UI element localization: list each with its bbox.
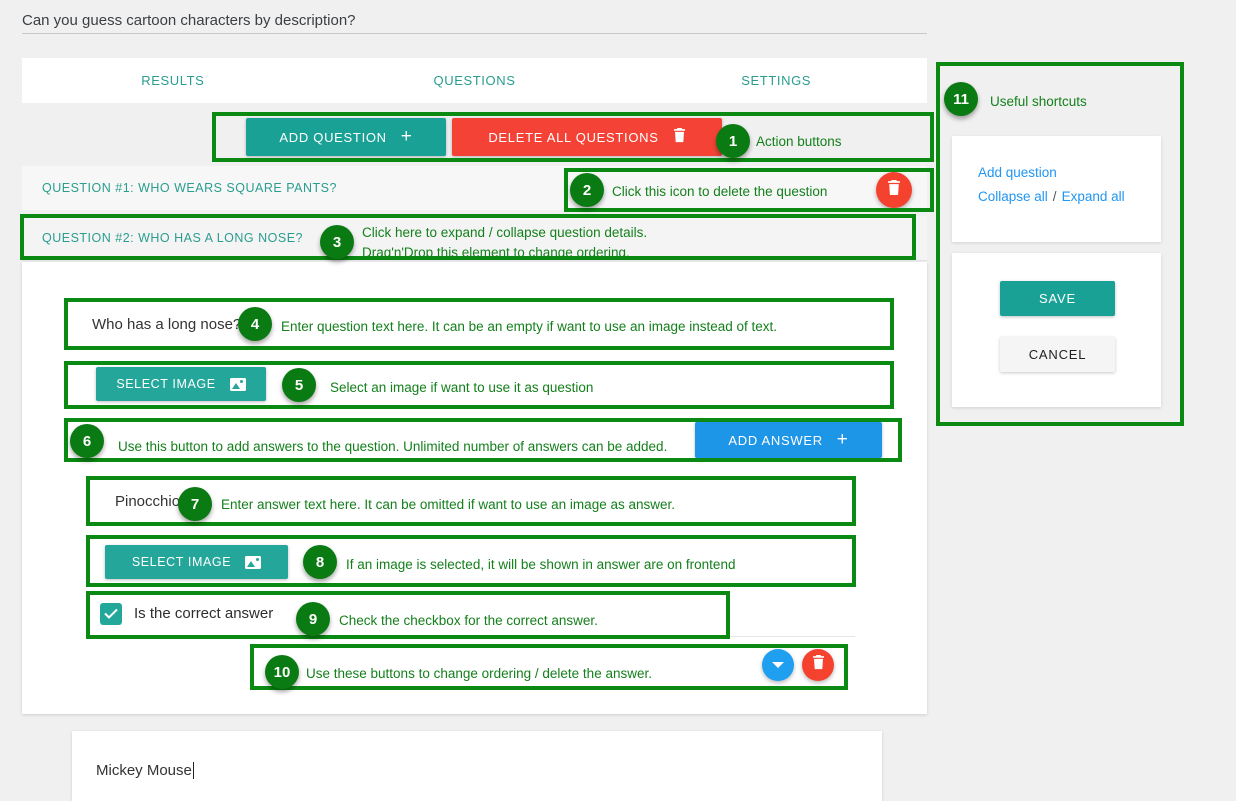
- annotation-text-7: Enter answer text here. It can be omitte…: [221, 497, 675, 512]
- save-button[interactable]: SAVE: [1000, 281, 1115, 316]
- annotation-text-5: Select an image if want to use it as que…: [330, 380, 594, 395]
- annotation-text-3: Click here to expand / collapse question…: [362, 225, 648, 260]
- answer-2-text-value: Mickey Mouse: [96, 761, 192, 779]
- question-header-2-label: QUESTION #2: WHO HAS A LONG NOSE?: [42, 231, 304, 245]
- question-header-1-label: QUESTION #1: WHO WEARS SQUARE PANTS?: [42, 181, 337, 195]
- delete-question-1-button[interactable]: [876, 172, 912, 208]
- shortcuts-card: Add question Collapse all / Expand all: [952, 136, 1161, 242]
- answer-text-value: Pinocchio: [115, 492, 181, 510]
- answer-move-down-button[interactable]: [762, 649, 794, 681]
- trash-icon: [812, 655, 825, 675]
- cancel-button[interactable]: CANCEL: [1000, 337, 1115, 372]
- trash-icon: [887, 179, 901, 201]
- add-question-button[interactable]: ADD QUESTION +: [246, 118, 446, 156]
- answer-select-image-label: SELECT IMAGE: [131, 555, 232, 569]
- annotation-text-11: Useful shortcuts: [990, 94, 1087, 109]
- title-divider: [22, 33, 927, 34]
- annotation-badge-10: 10: [265, 655, 299, 689]
- add-answer-label: ADD ANSWER: [728, 432, 823, 448]
- question-select-image-label: SELECT IMAGE: [116, 377, 216, 391]
- annotation-badge-7: 7: [178, 487, 212, 521]
- shortcut-add-question-link[interactable]: Add question: [978, 165, 1057, 180]
- annotation-badge-4: 4: [238, 307, 272, 341]
- shortcut-collapse-all-link[interactable]: Collapse all: [978, 189, 1048, 204]
- add-answer-button[interactable]: ADD ANSWER +: [695, 422, 882, 458]
- tab-questions[interactable]: QUESTIONS: [324, 58, 626, 103]
- answer-2-text-input[interactable]: Mickey Mouse: [96, 753, 856, 787]
- annotation-badge-8: 8: [303, 545, 337, 579]
- annotation-text-6: Use this button to add answers to the qu…: [118, 439, 668, 454]
- tab-settings[interactable]: SETTINGS: [625, 58, 927, 103]
- annotation-text-4: Enter question text here. It can be an e…: [281, 319, 778, 334]
- answer-card-2: Mickey Mouse: [72, 731, 882, 801]
- annotation-text-10: Use these buttons to change ordering / d…: [306, 666, 652, 681]
- annotation-text-2: Click this icon to delete the question: [612, 184, 828, 199]
- annotation-badge-9: 9: [296, 602, 330, 636]
- question-text-value: Who has a long nose?: [92, 315, 242, 333]
- annotation-badge-6: 6: [70, 424, 104, 458]
- add-question-label: ADD QUESTION: [279, 129, 387, 145]
- chevron-down-icon: [772, 656, 784, 674]
- tab-bar: RESULTS QUESTIONS SETTINGS: [22, 58, 927, 103]
- save-cancel-card: SAVE CANCEL: [952, 253, 1161, 407]
- annotation-text-1: Action buttons: [756, 134, 842, 149]
- annotation-text-8: If an image is selected, it will be show…: [346, 557, 736, 572]
- annotation-badge-2: 2: [570, 173, 604, 207]
- correct-answer-checkbox[interactable]: [100, 602, 122, 625]
- delete-all-questions-button[interactable]: DELETE ALL QUESTIONS: [452, 118, 722, 156]
- annotation-badge-5: 5: [282, 368, 316, 402]
- delete-all-questions-label: DELETE ALL QUESTIONS: [488, 129, 659, 145]
- annotation-badge-3: 3: [320, 225, 354, 259]
- annotation-badge-11: 11: [944, 82, 978, 116]
- annotation-text-9: Check the checkbox for the correct answe…: [339, 613, 598, 628]
- image-icon: [245, 555, 262, 569]
- text-caret: [192, 761, 194, 779]
- tab-results[interactable]: RESULTS: [22, 58, 324, 103]
- answer-delete-button[interactable]: [802, 649, 834, 681]
- correct-answer-label: Is the correct answer: [134, 605, 274, 622]
- shortcut-collapse-expand: Collapse all / Expand all: [978, 189, 1125, 204]
- shortcut-expand-all-link[interactable]: Expand all: [1062, 189, 1125, 204]
- trash-icon: [673, 128, 686, 146]
- shortcut-separator: /: [1052, 189, 1057, 204]
- page-title: Can you guess cartoon characters by desc…: [22, 11, 356, 29]
- poll-editor-page: Can you guess cartoon characters by desc…: [0, 0, 1236, 801]
- question-select-image-button[interactable]: SELECT IMAGE: [96, 367, 266, 401]
- image-icon: [229, 377, 246, 391]
- answer-select-image-button[interactable]: SELECT IMAGE: [105, 545, 288, 579]
- annotation-badge-1: 1: [716, 124, 750, 158]
